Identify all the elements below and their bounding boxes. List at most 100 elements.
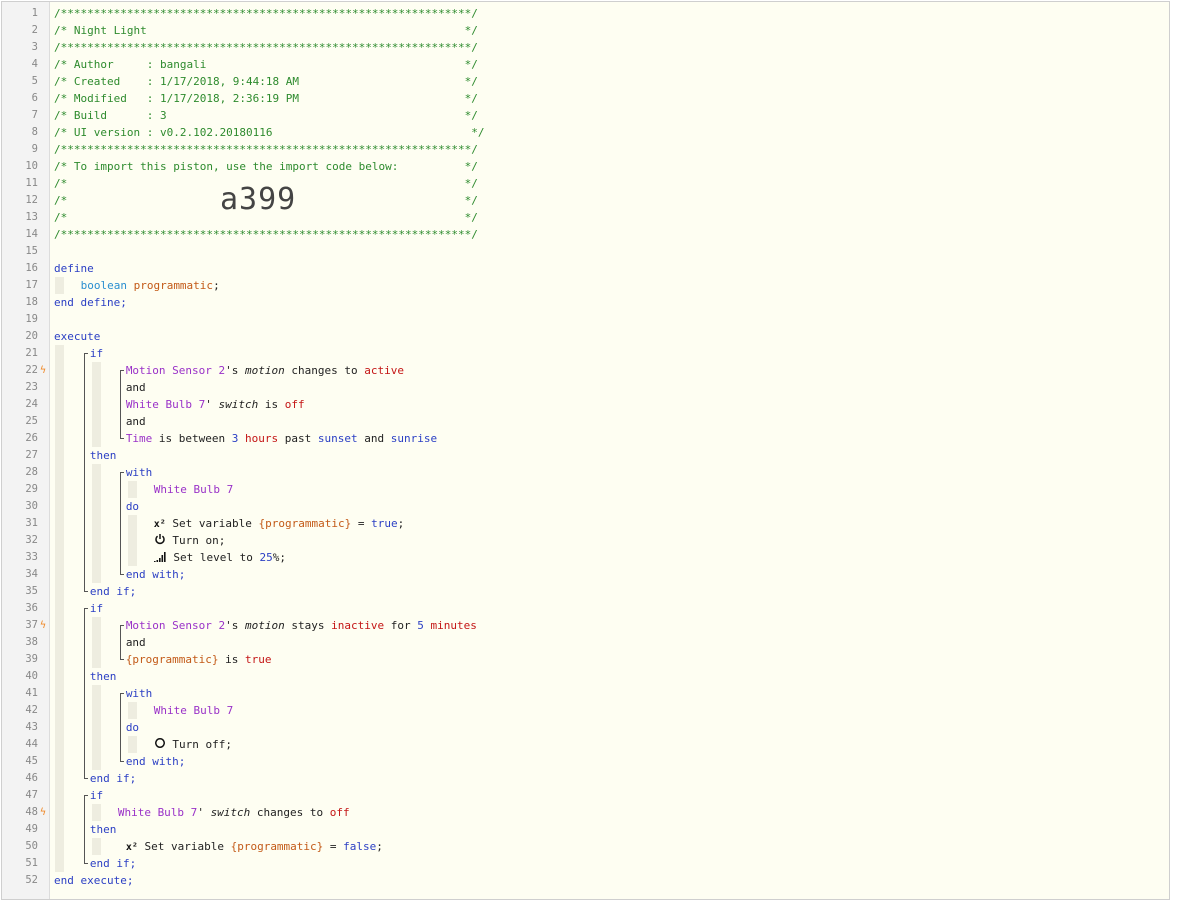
token[interactable]: White Bulb 7: [118, 806, 197, 819]
line-number: 8: [31, 126, 38, 138]
code-line: 30 do: [2, 498, 1169, 515]
token: and: [125, 636, 146, 649]
code-text: if: [90, 787, 103, 804]
code-text: Set level to 25%;: [153, 549, 286, 567]
token[interactable]: off: [330, 806, 350, 819]
token: past: [278, 432, 318, 445]
line-number: 46: [25, 772, 38, 784]
code-text: {programmatic} is true: [126, 651, 272, 668]
token[interactable]: 25: [259, 551, 272, 564]
token[interactable]: inactive: [331, 619, 384, 632]
token[interactable]: Time: [126, 432, 153, 445]
line-number: 30: [25, 500, 38, 512]
token: false: [343, 840, 377, 853]
token[interactable]: active: [364, 364, 404, 377]
token: end if;: [89, 585, 137, 598]
token: /* To import this piston, use the import…: [54, 160, 478, 173]
line-number: 10: [25, 160, 38, 172]
token: /***************************************…: [54, 7, 478, 20]
token: Set variable: [137, 840, 231, 853]
block-bracket: [84, 795, 85, 863]
line-number: 16: [25, 262, 38, 274]
token[interactable]: Motion Sensor 2: [126, 364, 225, 377]
token[interactable]: off: [285, 398, 305, 411]
token: boolean: [80, 279, 127, 292]
line-number: 5: [31, 75, 38, 87]
token[interactable]: hours: [238, 432, 278, 445]
line-number: 38: [25, 636, 38, 648]
code-text: define: [54, 260, 94, 277]
code-text: x² Set variable {programmatic} = true;: [154, 515, 404, 533]
code-line: 45 end with;: [2, 753, 1169, 770]
code-text: /* UI version : v0.2.102.20180116 */: [54, 124, 484, 141]
line-number: 34: [25, 568, 38, 580]
code-text: /* Created : 1/17/2018, 9:44:18 AM */: [54, 73, 478, 90]
block-bracket: [84, 353, 85, 591]
token[interactable]: 5: [417, 619, 424, 632]
token: /* Created : 1/17/2018, 9:44:18 AM */: [54, 75, 478, 88]
token: end if;: [89, 857, 137, 870]
token[interactable]: White Bulb 7: [154, 704, 233, 717]
code-text: and: [126, 634, 146, 651]
token: Set level to: [166, 551, 260, 564]
lightning-bolt-icon: ϟ: [40, 807, 47, 818]
line-number: 39: [25, 653, 38, 665]
line-number: 28: [25, 466, 38, 478]
token[interactable]: {programmatic}: [259, 517, 352, 530]
token[interactable]: {programmatic}: [231, 840, 324, 853]
code-text: execute: [54, 328, 100, 345]
line-number: 44: [25, 738, 38, 750]
bracket-top: [120, 625, 124, 626]
code-line: 47 if: [2, 787, 1169, 804]
token: switch: [218, 398, 259, 411]
code-line: 18 end define;: [2, 294, 1169, 311]
token[interactable]: {programmatic}: [126, 653, 219, 666]
token[interactable]: minutes: [424, 619, 476, 632]
variable-icon: x²: [125, 841, 138, 853]
code-line: 39 {programmatic} is true: [2, 651, 1169, 668]
line-number: 27: [25, 449, 38, 461]
code-text: end with;: [126, 753, 186, 770]
code-text: /* To import this piston, use the import…: [54, 158, 478, 175]
token[interactable]: Motion Sensor 2: [126, 619, 225, 632]
code-line: 14 /*************************************…: [2, 226, 1169, 243]
line-number: 19: [25, 313, 38, 325]
block-bracket: [120, 370, 121, 438]
code-text: x² Set variable {programmatic} = false;: [126, 838, 383, 856]
code-text: do: [126, 719, 139, 736]
token: /* Build : 3 */: [54, 109, 478, 122]
block-bracket: [120, 472, 121, 574]
token: Turn off;: [165, 738, 232, 751]
token[interactable]: programmatic: [134, 279, 213, 292]
token[interactable]: White Bulb 7: [126, 398, 205, 411]
token: /***************************************…: [54, 143, 478, 156]
line-number: 51: [25, 857, 38, 869]
code-line: 5 /* Created : 1/17/2018, 9:44:18 AM */: [2, 73, 1169, 90]
token: end execute;: [54, 874, 134, 887]
line-number: 23: [25, 381, 38, 393]
token[interactable]: White Bulb 7: [154, 483, 233, 496]
line-number: 11: [25, 177, 38, 189]
line-number: 7: [31, 109, 38, 121]
code-text: and: [126, 379, 146, 396]
line-number: 14: [25, 228, 38, 240]
line-number: 32: [25, 534, 38, 546]
code-line: 48 ϟ White Bulb 7' switch changes to off: [2, 804, 1169, 821]
bracket-top: [120, 370, 124, 371]
line-number: 50: [25, 840, 38, 852]
token: changes to: [284, 364, 365, 377]
code-line: 10 /* To import this piston, use the impo…: [2, 158, 1169, 175]
code-text: if: [90, 345, 103, 362]
code-line: 24 White Bulb 7' switch is off: [2, 396, 1169, 413]
token[interactable]: true: [245, 653, 272, 666]
token: ;: [397, 517, 405, 530]
token: if: [89, 347, 104, 360]
token: then: [89, 823, 117, 836]
power-icon: [154, 533, 166, 550]
line-number: 13: [25, 211, 38, 223]
code-editor: 1 /**************************************…: [1, 1, 1170, 900]
code-text: end if;: [90, 770, 136, 787]
token: if: [89, 602, 104, 615]
code-line: 38 and: [2, 634, 1169, 651]
code-text: end define;: [54, 294, 127, 311]
